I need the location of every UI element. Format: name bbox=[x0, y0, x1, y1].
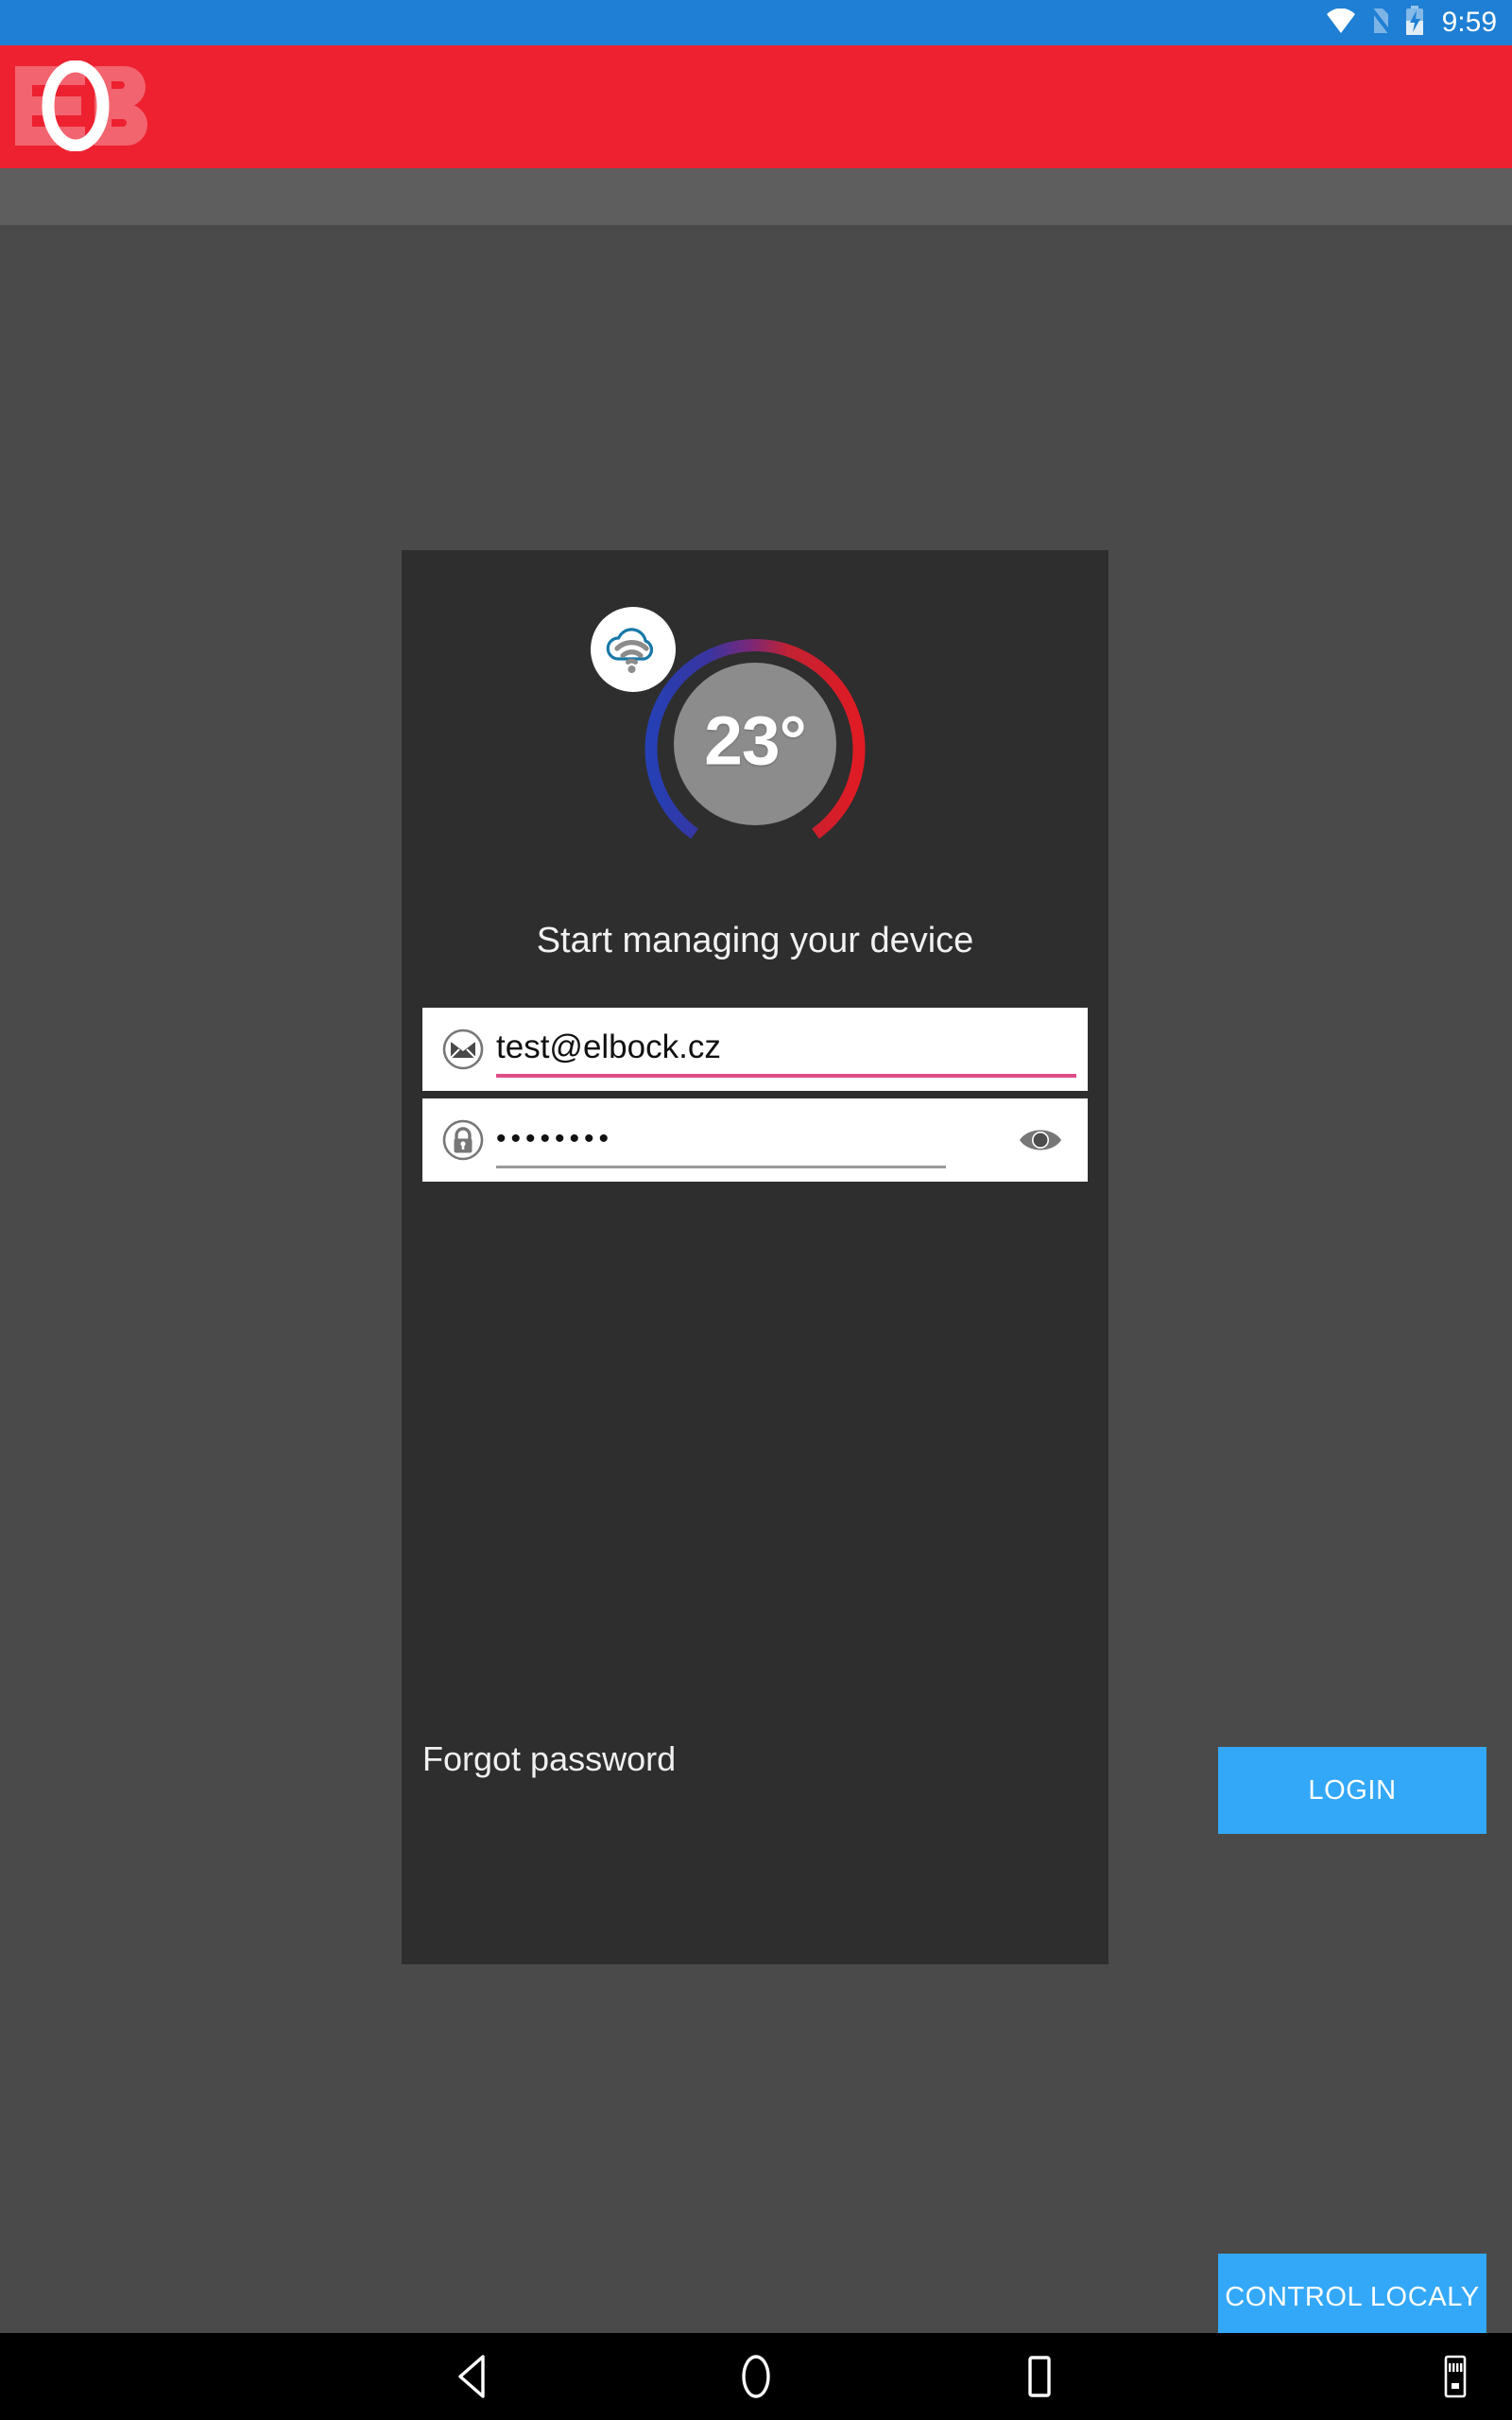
dial-temperature: 23° bbox=[704, 702, 806, 780]
battery-charging-icon bbox=[1404, 5, 1425, 41]
eob-logo-icon bbox=[13, 60, 153, 152]
back-triangle-icon[interactable] bbox=[397, 2333, 548, 2420]
recents-square-icon[interactable] bbox=[964, 2333, 1115, 2420]
password-input-wrap[interactable]: •••••••• bbox=[496, 1098, 1014, 1182]
no-sim-icon bbox=[1369, 7, 1392, 40]
cloud-wifi-icon bbox=[591, 607, 676, 692]
forgot-password-link[interactable]: Forgot password bbox=[422, 1739, 676, 1779]
lock-icon bbox=[441, 1118, 485, 1162]
wifi-icon bbox=[1325, 8, 1357, 38]
login-button[interactable]: LOGIN bbox=[1218, 1747, 1486, 1834]
status-bar-clock: 9:59 bbox=[1441, 7, 1497, 38]
toolbar-band bbox=[0, 168, 1512, 225]
keyboard-icon[interactable] bbox=[1418, 2333, 1493, 2420]
email-input-wrap[interactable]: test@elbock.cz bbox=[496, 1008, 1088, 1091]
status-bar-icons: 9:59 bbox=[1325, 5, 1497, 41]
app-screen: 9:59 23° Start managing your device test… bbox=[0, 0, 1512, 2420]
status-bar: 9:59 bbox=[0, 0, 1512, 45]
page-title: Start managing your device bbox=[536, 921, 974, 960]
email-input-value[interactable]: test@elbock.cz bbox=[496, 1030, 721, 1069]
email-field[interactable]: test@elbock.cz bbox=[422, 1008, 1088, 1091]
control-localy-button[interactable]: CONTROL LOCALY bbox=[1218, 2254, 1486, 2341]
thermostat-dial: 23° bbox=[402, 607, 1108, 889]
password-underline bbox=[496, 1166, 946, 1168]
home-circle-icon[interactable] bbox=[680, 2333, 832, 2420]
system-navigation-bar bbox=[0, 2333, 1512, 2420]
eye-icon[interactable] bbox=[1014, 1114, 1067, 1167]
password-input-value[interactable]: •••••••• bbox=[496, 1125, 613, 1155]
email-underline bbox=[496, 1074, 1076, 1078]
login-card: 23° Start managing your device test@elbo… bbox=[402, 550, 1489, 2420]
app-bar bbox=[0, 45, 1512, 168]
envelope-icon bbox=[441, 1028, 485, 1071]
password-field[interactable]: •••••••• bbox=[422, 1098, 1088, 1182]
